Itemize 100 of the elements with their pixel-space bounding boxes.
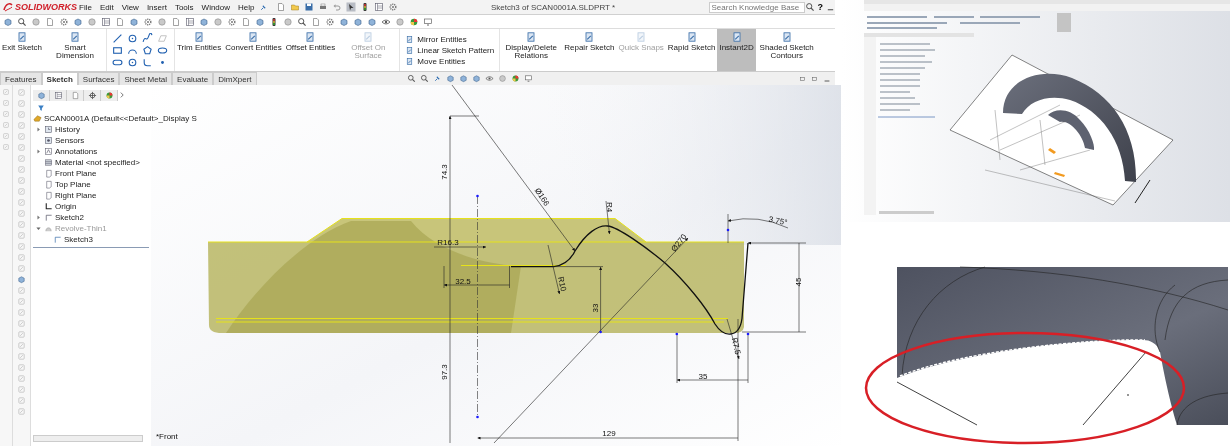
cube-icon[interactable]	[199, 16, 209, 27]
disc-icon[interactable]	[213, 16, 223, 27]
crosshair-icon[interactable]	[87, 90, 97, 100]
ellipse-icon[interactable]	[157, 44, 168, 56]
dimension-label[interactable]: R7.5	[729, 336, 743, 356]
ribbon-button[interactable]: Instant2D	[717, 29, 756, 71]
menu-item[interactable]: Tools	[170, 2, 198, 12]
circle-icon[interactable]	[127, 32, 138, 44]
menu-item[interactable]: Help	[234, 2, 259, 12]
dimension-label[interactable]: 32.5	[455, 276, 471, 286]
color-ball-icon[interactable]	[104, 90, 114, 100]
search-icon[interactable]	[804, 2, 815, 12]
ribbon-button[interactable]: Repair Sketch	[562, 29, 617, 71]
dimension-label[interactable]: 74.3	[439, 164, 449, 180]
fillet-icon[interactable]	[142, 56, 153, 68]
tree-item[interactable]: Origin	[35, 201, 77, 212]
dimension-label[interactable]: R16.3	[437, 237, 459, 247]
tree-item[interactable]: Sensors	[35, 135, 85, 146]
ribbon-button[interactable]: Exit Sketch	[0, 29, 44, 71]
gear-icon[interactable]	[227, 16, 237, 27]
expand-arrow-icon[interactable]	[35, 214, 42, 221]
ribbon-button[interactable]: Linear Sketch Pattern	[405, 45, 495, 55]
gear-icon[interactable]	[325, 16, 335, 27]
ribbon-tab[interactable]: Sheet Metal	[119, 72, 173, 85]
cube-icon[interactable]	[73, 16, 83, 27]
scrollbar[interactable]	[33, 435, 143, 442]
search-field[interactable]: Search Knowledge Base	[708, 1, 805, 13]
eye-icon[interactable]	[381, 16, 391, 27]
cube-icon[interactable]	[339, 16, 349, 27]
select-pointer-icon[interactable]	[345, 2, 356, 12]
new-document-icon[interactable]	[275, 2, 286, 12]
ribbon-button[interactable]: Smart Dimension	[44, 29, 106, 71]
menu-item[interactable]: Insert	[142, 2, 171, 12]
spline-icon[interactable]	[142, 32, 153, 44]
gear-icon[interactable]	[59, 16, 69, 27]
polygon-icon[interactable]	[142, 44, 153, 56]
ribbon-tab[interactable]: Evaluate	[172, 72, 214, 85]
save-icon[interactable]	[303, 2, 314, 12]
ribbon-button[interactable]: Display/Delete Relations	[500, 29, 563, 71]
circle-icon[interactable]	[127, 56, 138, 68]
expand-arrow-icon[interactable]	[35, 126, 42, 133]
tree-item[interactable]: Sketch2	[35, 212, 84, 223]
document-icon[interactable]	[45, 16, 55, 27]
ribbon-button[interactable]: Mirror Entities	[405, 34, 495, 44]
ribbon-tab[interactable]: Sketch	[41, 72, 78, 85]
menu-item[interactable]: View	[117, 2, 143, 12]
gear-icon[interactable]	[143, 16, 153, 27]
monitor-icon[interactable]	[423, 16, 433, 27]
menu-item[interactable]: Edit	[95, 2, 118, 12]
document-icon[interactable]	[171, 16, 181, 27]
search-icon[interactable]	[419, 74, 429, 83]
search-icon[interactable]	[406, 74, 416, 83]
tree-item[interactable]: Right Plane	[35, 190, 97, 201]
ribbon-button[interactable]: Trim Entities	[175, 29, 224, 71]
disc-icon[interactable]	[157, 16, 167, 27]
dimension-label[interactable]: 35	[698, 371, 708, 381]
rectangle-icon[interactable]	[112, 44, 123, 56]
cube-icon[interactable]	[367, 16, 377, 27]
dimension-label[interactable]: 3.75°	[767, 214, 789, 228]
ribbon-button[interactable]: Convert Entities	[223, 29, 284, 71]
ribbon-button[interactable]: Move Entities	[405, 56, 495, 66]
search-icon[interactable]	[297, 16, 307, 27]
filter-icon[interactable]	[37, 104, 45, 112]
ribbon-tab[interactable]: Features	[0, 72, 42, 85]
tree-item[interactable]: Annotations	[35, 146, 98, 157]
tree-item[interactable]: Material <not specified>	[35, 157, 140, 168]
dimension-label[interactable]: R10	[556, 275, 568, 293]
document-icon[interactable]	[115, 16, 125, 27]
tree-item[interactable]: History	[35, 124, 80, 135]
ribbon-button[interactable]: Shaded Sketch Contours	[755, 29, 818, 71]
cube-icon[interactable]	[36, 90, 46, 100]
document-icon[interactable]	[70, 90, 80, 100]
ribbon-tab[interactable]: Surfaces	[77, 72, 120, 85]
list-icon[interactable]	[53, 90, 63, 100]
dimension-label[interactable]: 33	[590, 303, 600, 313]
cube-icon[interactable]	[3, 16, 13, 27]
tree-item[interactable]: Top Plane	[35, 179, 91, 190]
color-ball-icon[interactable]	[409, 16, 419, 27]
eye-icon[interactable]	[484, 74, 494, 83]
disc-icon[interactable]	[497, 74, 507, 83]
ribbon-button[interactable]: Offset Entities	[283, 29, 338, 71]
chevron-right-icon[interactable]	[118, 91, 126, 99]
help-button[interactable]: ?	[814, 2, 826, 12]
tree-item[interactable]: SCAN0001A (Default<<Default>_Display S	[33, 113, 197, 124]
cube-icon[interactable]	[129, 16, 139, 27]
menu-item[interactable]: Window	[197, 2, 235, 12]
dimension-label[interactable]: 129	[602, 428, 616, 438]
dimension-label[interactable]: 97.3	[439, 364, 449, 380]
disc-icon[interactable]	[87, 16, 97, 27]
dimension-label[interactable]: R4	[604, 201, 614, 213]
list-icon[interactable]	[101, 16, 111, 27]
list-icon[interactable]	[185, 16, 195, 27]
tree-item[interactable]: Front Plane	[35, 168, 97, 179]
ribbon-button[interactable]: Rapid Sketch	[665, 29, 718, 71]
print-icon[interactable]	[317, 2, 328, 12]
settings-icon[interactable]	[387, 2, 398, 12]
expand-arrow-icon[interactable]	[35, 148, 42, 155]
cube-icon[interactable]	[353, 16, 363, 27]
monitor-icon[interactable]	[523, 74, 533, 83]
search-icon[interactable]	[17, 16, 27, 27]
